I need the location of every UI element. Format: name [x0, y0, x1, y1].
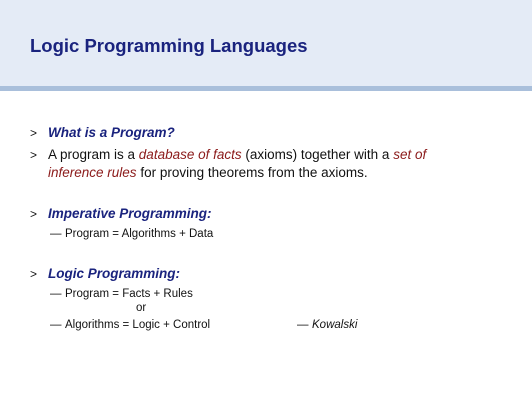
definition-emphasis: database of facts: [138, 147, 242, 162]
bullet-marker: >: [30, 148, 38, 162]
definition-text: for proving theorems from the axioms.: [136, 165, 368, 180]
bullet-heading: Imperative Programming:: [48, 206, 212, 221]
sub-text: Algorithms = Logic + Control: [65, 319, 211, 331]
definition-emphasis: inference rules: [48, 165, 137, 180]
bullet-heading: Logic Programming:: [48, 266, 181, 281]
bullet-marker: >: [30, 126, 38, 140]
sub-or: or: [136, 302, 147, 314]
sub-logic-equation-1: — Program = Facts + Rules: [50, 287, 193, 301]
sub-dash: —: [50, 228, 62, 240]
bullet-marker: >: [30, 267, 38, 281]
sub-dash: —: [50, 288, 62, 300]
bullet-heading: What is a Program?: [48, 125, 175, 140]
definition-text: A program is a: [48, 147, 139, 162]
sub-imperative-equation: — Program = Algorithms + Data: [50, 227, 213, 241]
attribution: — Kowalski: [297, 318, 357, 332]
attribution-author: Kowalski: [312, 319, 358, 331]
sub-text: Program = Algorithms + Data: [65, 228, 214, 240]
bullet-marker: >: [30, 207, 38, 221]
sub-dash: —: [50, 319, 62, 331]
sub-text: Program = Facts + Rules: [65, 288, 193, 300]
slide-title: Logic Programming Languages: [30, 35, 308, 56]
definition-emphasis: set of: [393, 147, 427, 162]
definition-line-1: A program is a database of facts (axioms…: [48, 146, 426, 164]
definition-line-2: inference rules for proving theorems fro…: [48, 164, 368, 182]
sub-logic-equation-2: — Algorithms = Logic + Control: [50, 318, 210, 332]
definition-text: (axioms) together with a: [241, 147, 394, 162]
header-divider: [0, 86, 532, 91]
attribution-dash: —: [297, 319, 309, 331]
